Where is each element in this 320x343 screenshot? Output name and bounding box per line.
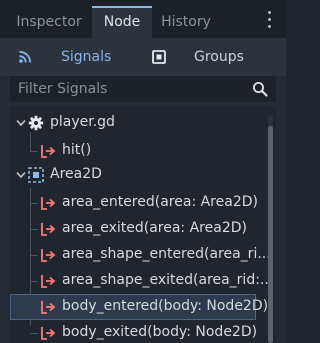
tree-scrollbar[interactable] (268, 116, 273, 343)
scrollbar-thumb[interactable] (268, 126, 273, 343)
tab-history[interactable]: History (156, 6, 216, 38)
tab-node[interactable]: Node (92, 6, 152, 38)
signal-item-hit[interactable]: hit() (10, 138, 256, 164)
signals-groups-switch: Signals Groups (0, 38, 286, 76)
signals-label: Signals (61, 49, 112, 65)
tree-section-area2d[interactable]: Area2D (10, 162, 256, 188)
tab-inspector[interactable]: Inspector (10, 6, 88, 38)
signal-connect-icon (41, 327, 56, 340)
node-dock: Inspector Node History Signals Groups Fi… (0, 0, 286, 343)
more-options-icon[interactable] (264, 11, 274, 29)
signal-connect-icon (41, 249, 56, 262)
signal-item-area-shape-exited[interactable]: area_shape_exited(area_rid:... (10, 268, 273, 294)
signal-connect-icon (41, 197, 56, 210)
dock-tab-bar: Inspector Node History (0, 0, 286, 38)
signal-label: area_exited(area: Area2D) (62, 220, 247, 236)
signal-label: body_entered(body: Node2D) (62, 298, 269, 314)
signal-label: hit() (62, 142, 92, 158)
signal-tree: player.gd hit() Area2D area_entered(area… (10, 106, 276, 343)
signal-item-area-shape-entered[interactable]: area_shape_entered(area_ri... (10, 242, 271, 268)
signal-connect-icon (41, 275, 56, 288)
groups-button[interactable]: Groups (148, 38, 276, 76)
signal-label: area_shape_exited(area_rid:... (62, 272, 274, 288)
gear-icon (28, 115, 44, 131)
tree-section-player-gd[interactable]: player.gd (10, 110, 256, 136)
signal-connect-icon (41, 301, 56, 314)
filter-signals-input[interactable] (10, 76, 246, 102)
signal-item-area-exited[interactable]: area_exited(area: Area2D) (10, 216, 256, 242)
signal-item-area-entered[interactable]: area_entered(area: Area2D) (10, 190, 258, 216)
chevron-down-icon[interactable] (16, 119, 26, 127)
signal-label: area_entered(area: Area2D) (62, 194, 258, 210)
groups-label: Groups (194, 49, 244, 65)
chevron-down-icon[interactable] (16, 171, 26, 179)
tree-section-label: player.gd (50, 114, 115, 130)
signal-label: area_shape_entered(area_ri... (62, 246, 271, 262)
tree-section-label: Area2D (50, 166, 102, 182)
signal-connect-icon (41, 223, 56, 236)
signal-item-body-entered[interactable]: body_entered(body: Node2D) (10, 294, 268, 320)
signal-item-body-exited[interactable]: body_exited(body: Node2D) (10, 320, 258, 343)
signals-icon (19, 50, 32, 63)
area2d-node-icon (28, 167, 44, 183)
signals-button[interactable]: Signals (10, 38, 140, 76)
signal-connect-icon (41, 145, 56, 158)
groups-icon (152, 50, 166, 64)
signal-label: body_exited(body: Node2D) (62, 324, 258, 340)
search-icon (253, 82, 268, 97)
filter-signals-box (10, 76, 276, 102)
